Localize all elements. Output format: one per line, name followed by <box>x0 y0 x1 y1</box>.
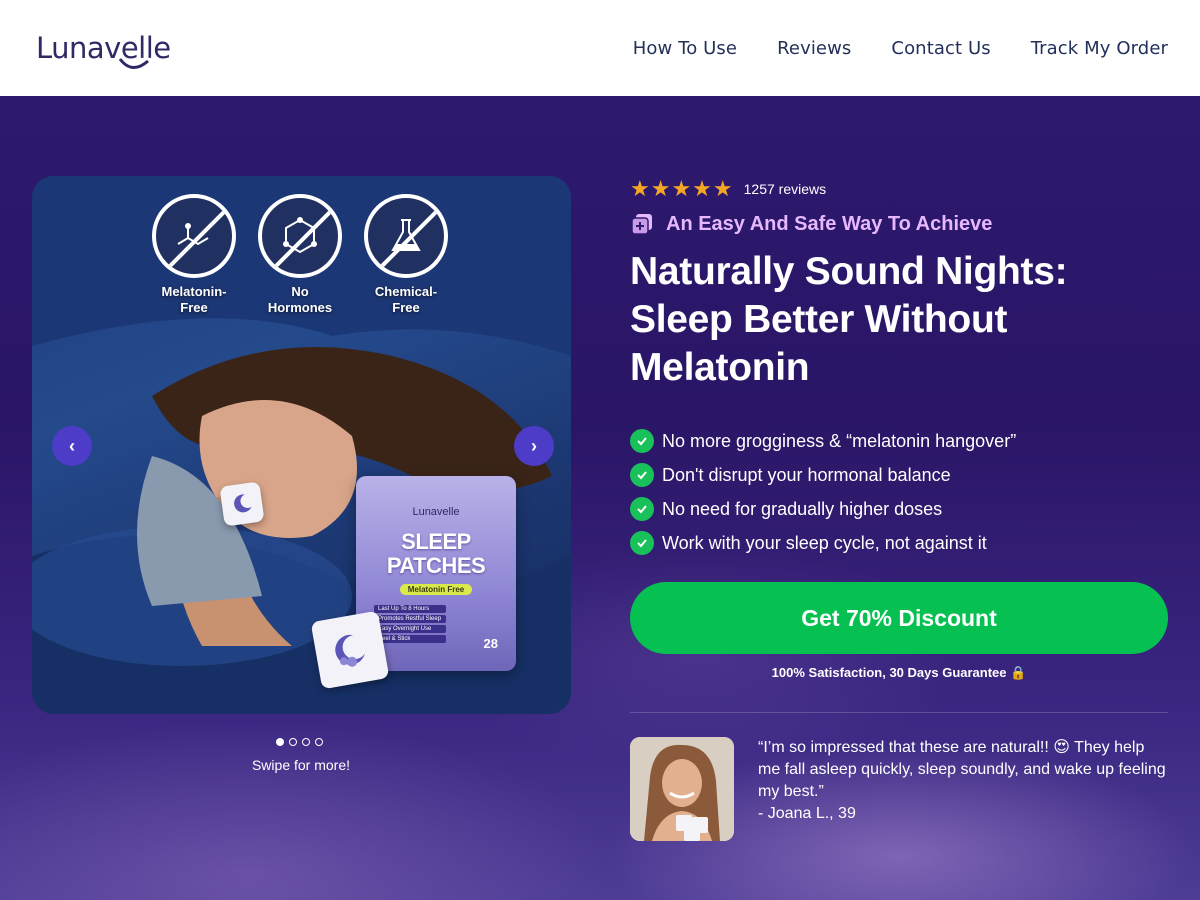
feature-badges: Melatonin- Free No Hormones Chemical- Fr… <box>152 194 448 316</box>
benefit-text: Work with your sleep cycle, not against … <box>662 532 987 553</box>
package-count: 28 <box>483 636 498 651</box>
nav-contact-us[interactable]: Contact Us <box>891 38 990 59</box>
carousel-dot[interactable] <box>276 738 284 746</box>
benefit-item: Don't disrupt your hormonal balance <box>630 458 1016 492</box>
benefit-text: No need for gradually higher doses <box>662 498 943 519</box>
carousel-dots <box>276 738 323 746</box>
star-rating-icon: ★★★★★ <box>630 176 734 201</box>
carousel-dot[interactable] <box>289 738 297 746</box>
nav-how-to-use[interactable]: How To Use <box>633 38 737 59</box>
guarantee-text: 100% Satisfaction, 30 Days Guarantee 🔒 <box>771 665 1027 680</box>
quote-author: - Joana L., 39 <box>758 805 856 822</box>
package-feature: Promotes Restful Sleep <box>374 615 446 623</box>
benefits-list: No more grogginess & “melatonin hangover… <box>630 424 1016 560</box>
badge-label: Chemical- Free <box>374 284 438 315</box>
package-feature: Peel & Stick <box>374 635 446 643</box>
page-title: Naturally Sound Nights: Sleep Better Wit… <box>630 250 1068 389</box>
check-icon <box>630 429 654 453</box>
check-icon <box>630 531 654 555</box>
customer-photo <box>630 737 734 841</box>
benefit-item: No more grogginess & “melatonin hangover… <box>630 424 1016 458</box>
nav-reviews[interactable]: Reviews <box>777 38 851 59</box>
testimonial: “I’m so impressed that these are natural… <box>630 737 1168 841</box>
eyebrow-text: An Easy And Safe Way To Achieve <box>666 212 993 235</box>
review-count: 1257 reviews <box>743 181 827 197</box>
badge-melatonin-free: Melatonin- Free <box>152 194 236 316</box>
benefit-item: Work with your sleep cycle, not against … <box>630 526 1016 560</box>
main-nav: How To Use Reviews Contact Us Track My O… <box>633 38 1168 59</box>
medical-plus-icon <box>631 214 652 235</box>
package-title: SLEEP PATCHES <box>386 529 486 578</box>
rating-summary[interactable]: ★★★★★ 1257 reviews <box>630 176 826 202</box>
chevron-right-icon: › <box>531 435 537 456</box>
logo-text: Lunavelle <box>36 31 171 65</box>
eyebrow-tagline: An Easy And Safe Way To Achieve <box>630 212 992 236</box>
logo[interactable]: Lunavelle <box>36 31 171 69</box>
badge-chemical-free: Chemical- Free <box>364 194 448 316</box>
sleep-patch-on-arm <box>219 481 265 527</box>
carousel-dot[interactable] <box>315 738 323 746</box>
testimonial-quote: “I’m so impressed that these are natural… <box>758 737 1168 841</box>
site-header: Lunavelle How To Use Reviews Contact Us … <box>0 0 1200 96</box>
benefit-item: No need for gradually higher doses <box>630 492 1016 526</box>
sleep-patch-foreground <box>310 610 390 690</box>
benefit-text: No more grogginess & “melatonin hangover… <box>662 430 1017 451</box>
hormone-molecule-icon <box>258 194 342 278</box>
package-feature: Easy Overnight Use <box>374 625 446 633</box>
benefit-text: Don't disrupt your hormonal balance <box>662 464 951 485</box>
hero-section: Melatonin- Free No Hormones Chemical- Fr… <box>0 96 1200 900</box>
melatonin-molecule-icon <box>152 194 236 278</box>
carousel-prev-button[interactable]: ‹ <box>52 426 92 466</box>
divider <box>630 712 1168 713</box>
package-feature: Last Up To 8 Hours <box>374 605 446 613</box>
badge-label: Melatonin- Free <box>161 284 227 315</box>
get-discount-button[interactable]: Get 70% Discount <box>630 582 1168 654</box>
swipe-hint: Swipe for more! <box>251 757 351 773</box>
product-image-carousel[interactable]: Melatonin- Free No Hormones Chemical- Fr… <box>32 176 571 714</box>
moon-logo-icon <box>118 58 149 69</box>
badge-no-hormones: No Hormones <box>258 194 342 316</box>
package-tag: Melatonin Free <box>399 584 473 595</box>
chevron-left-icon: ‹ <box>69 435 75 456</box>
flask-icon <box>364 194 448 278</box>
carousel-next-button[interactable]: › <box>514 426 554 466</box>
nav-track-my-order[interactable]: Track My Order <box>1031 38 1168 59</box>
badge-label: No Hormones <box>267 284 333 315</box>
check-icon <box>630 497 654 521</box>
quote-text: “I’m so impressed that these are natural… <box>758 739 1166 800</box>
check-icon <box>630 463 654 487</box>
carousel-dot[interactable] <box>302 738 310 746</box>
package-brand: Lunavelle <box>412 506 460 518</box>
